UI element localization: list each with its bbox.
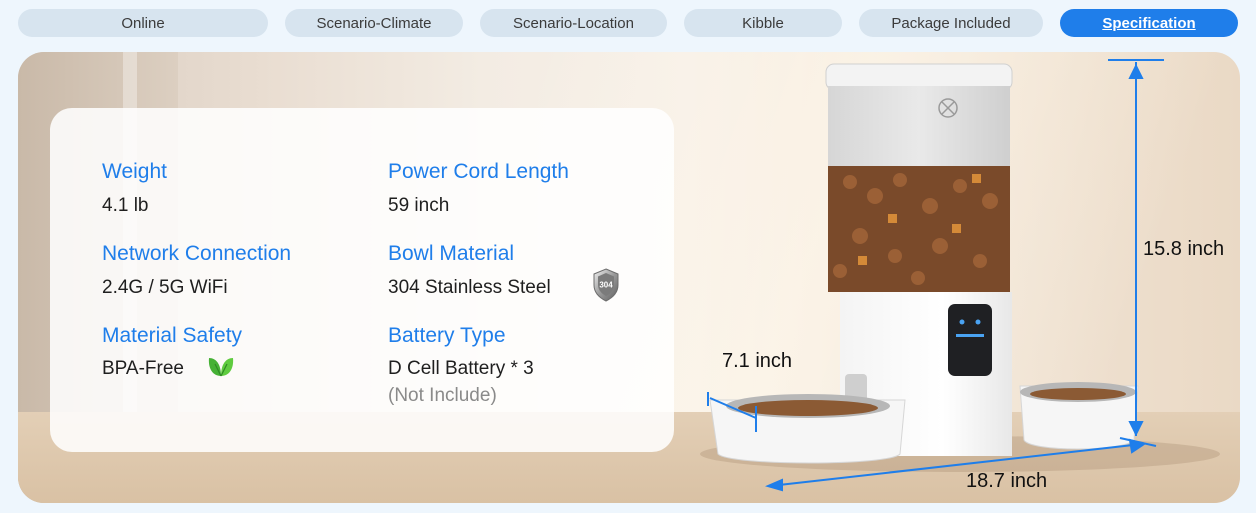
battery-note: (Not Include) <box>388 385 497 406</box>
network-value: 2.4G / 5G WiFi <box>102 277 228 298</box>
battery-type-value: D Cell Battery * 3 <box>388 358 534 379</box>
tab-package-included[interactable]: Package Included <box>859 9 1043 37</box>
tab-specification[interactable]: Specification <box>1060 9 1238 37</box>
bowl-material-value: 304 Stainless Steel <box>388 277 551 298</box>
pet-feeder-image <box>700 59 1220 492</box>
svg-text:304: 304 <box>599 281 613 290</box>
weight-label: Weight <box>102 160 167 183</box>
steel-304-badge-icon: 304 <box>593 268 619 302</box>
dimension-height: 15.8 inch <box>1143 238 1225 260</box>
material-safety-label: Material Safety <box>102 324 243 347</box>
power-cord-value: 59 inch <box>388 195 450 216</box>
leaf-icon <box>208 358 234 377</box>
tab-scenario-climate[interactable]: Scenario-Climate <box>285 9 463 37</box>
tab-bar: Online Scenario-Climate Scenario-Locatio… <box>0 0 1256 46</box>
network-label: Network Connection <box>102 242 292 265</box>
tab-scenario-location[interactable]: Scenario-Location <box>480 9 667 37</box>
power-cord-label: Power Cord Length <box>388 160 569 183</box>
tab-kibble[interactable]: Kibble <box>684 9 842 37</box>
dimension-depth: 7.1 inch <box>722 350 793 372</box>
weight-value: 4.1 lb <box>102 195 149 216</box>
spec-card: Weight 4.1 lb Power Cord Length 59 inch … <box>50 108 674 452</box>
bowl-material-label: Bowl Material <box>388 242 515 265</box>
material-safety-value: BPA-Free <box>102 358 185 379</box>
dimension-width: 18.7 inch <box>966 470 1048 492</box>
battery-type-label: Battery Type <box>388 324 506 347</box>
tab-online[interactable]: Online <box>18 9 268 37</box>
